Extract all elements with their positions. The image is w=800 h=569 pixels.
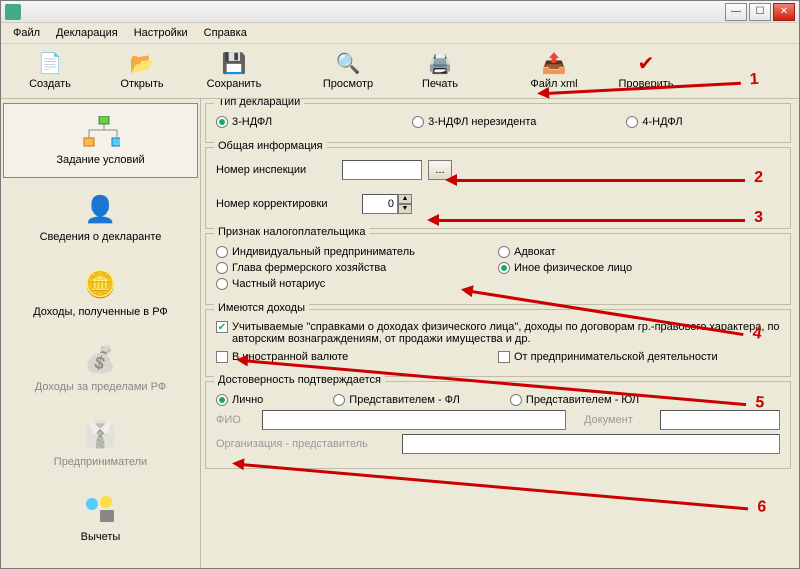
radio-icon: [626, 116, 638, 128]
tb-open[interactable]: 📂Открыть: [97, 48, 187, 92]
chk-foreign-currency[interactable]: В иностранной валюте: [216, 351, 498, 363]
sidebar-item-income-rf[interactable]: 🪙 Доходы, полученные в РФ: [1, 255, 200, 330]
menu-help[interactable]: Справка: [196, 25, 255, 41]
sidebar-item-deductions[interactable]: Вычеты: [1, 480, 200, 555]
sidebar-item-declarant[interactable]: 👤 Сведения о декларанте: [1, 180, 200, 255]
maximize-button[interactable]: ☐: [749, 3, 771, 21]
doc-input: [660, 410, 780, 430]
save-icon: 💾: [221, 50, 247, 76]
new-file-icon: 📄: [37, 50, 63, 76]
radio-other-person[interactable]: Иное физическое лицо: [498, 262, 780, 274]
menubar: Файл Декларация Настройки Справка: [1, 23, 799, 44]
radio-ip[interactable]: Индивидуальный предприниматель: [216, 246, 498, 258]
radio-farm[interactable]: Глава фермерского хозяйства: [216, 262, 498, 274]
toolbar: 📄Создать 📂Открыть 💾Сохранить 🔍Просмотр 🖨…: [1, 44, 799, 99]
tb-print[interactable]: 🖨️Печать: [395, 48, 485, 92]
magnifier-icon: 🔍: [335, 50, 361, 76]
menu-file[interactable]: Файл: [5, 25, 48, 41]
label-org: Организация - представитель: [216, 438, 396, 450]
sidebar: Задание условий 👤 Сведения о декларанте …: [1, 99, 201, 568]
export-icon: 📤: [541, 50, 567, 76]
app-icon: [5, 4, 21, 20]
radio-icon: [498, 246, 510, 258]
radio-4ndfl[interactable]: 4-НДФЛ: [626, 116, 682, 128]
radio-icon: [216, 246, 228, 258]
label-fio: ФИО: [216, 414, 256, 426]
tb-save[interactable]: 💾Сохранить: [189, 48, 279, 92]
radio-icon: [216, 262, 228, 274]
radio-rep-fl[interactable]: Представителем - ФЛ: [333, 394, 460, 406]
inspection-input[interactable]: [342, 160, 422, 180]
diagram-icon: [82, 114, 120, 150]
correction-value[interactable]: [362, 194, 398, 214]
tb-xml[interactable]: 📤Файл xml: [509, 48, 599, 92]
chk-entrepreneur-income[interactable]: От предпринимательской деятельности: [498, 351, 780, 363]
radio-3ndfl-nonres[interactable]: 3-НДФЛ нерезидента: [412, 116, 536, 128]
calculator-icon: [82, 491, 120, 527]
close-button[interactable]: ✕: [773, 3, 795, 21]
tb-preview[interactable]: 🔍Просмотр: [303, 48, 393, 92]
sidebar-item-conditions[interactable]: Задание условий: [3, 103, 198, 178]
label-doc: Документ: [584, 414, 654, 426]
person-icon: 👤: [82, 191, 120, 227]
radio-notary[interactable]: Частный нотариус: [216, 278, 498, 290]
titlebar: — ☐ ✕: [1, 1, 799, 23]
group-decl-type: Тип декларации 3-НДФЛ 3-НДФЛ нерезидента…: [205, 103, 791, 143]
check-icon: ✔: [633, 50, 659, 76]
app-window: — ☐ ✕ Файл Декларация Настройки Справка …: [0, 0, 800, 569]
group-general: Общая информация Номер инспекции ... Ном…: [205, 147, 791, 229]
minimize-button[interactable]: —: [725, 3, 747, 21]
folder-open-icon: 📂: [129, 50, 155, 76]
label-correction: Номер корректировки: [216, 198, 356, 210]
chk-income-cert[interactable]: ✔Учитываемые "справками о доходах физиче…: [216, 321, 780, 345]
sidebar-item-income-foreign[interactable]: 💰 Доходы за пределами РФ: [1, 330, 200, 405]
radio-icon: [412, 116, 424, 128]
checkbox-icon: [216, 351, 228, 363]
briefcase-person-icon: 👔: [82, 416, 120, 452]
sidebar-item-entrepreneurs[interactable]: 👔 Предприниматели: [1, 405, 200, 480]
group-confirm: Достоверность подтверждается Лично Предс…: [205, 381, 791, 469]
fio-input: [262, 410, 566, 430]
radio-icon: [216, 278, 228, 290]
spin-down-button[interactable]: ▼: [398, 204, 412, 214]
radio-icon: [216, 394, 228, 406]
tb-check[interactable]: ✔Проверить: [601, 48, 691, 92]
org-input: [402, 434, 780, 454]
checkbox-icon: [498, 351, 510, 363]
radio-self[interactable]: Лично: [216, 394, 263, 406]
spin-up-button[interactable]: ▲: [398, 194, 412, 204]
correction-spinner[interactable]: ▲▼: [362, 194, 412, 214]
group-income: Имеются доходы ✔Учитываемые "справками о…: [205, 309, 791, 377]
menu-declaration[interactable]: Декларация: [48, 25, 126, 41]
radio-lawyer[interactable]: Адвокат: [498, 246, 780, 258]
coins-icon: 🪙: [82, 266, 120, 302]
inspection-browse-button[interactable]: ...: [428, 160, 452, 180]
radio-icon: [498, 262, 510, 274]
radio-icon: [333, 394, 345, 406]
money-bag-icon: 💰: [82, 341, 120, 377]
group-taxpayer: Признак налогоплательщика Индивидуальный…: [205, 233, 791, 305]
checkbox-icon: ✔: [216, 321, 228, 333]
label-inspection: Номер инспекции: [216, 164, 336, 176]
radio-icon: [216, 116, 228, 128]
radio-3ndfl[interactable]: 3-НДФЛ: [216, 116, 272, 128]
printer-icon: 🖨️: [427, 50, 453, 76]
menu-settings[interactable]: Настройки: [126, 25, 196, 41]
radio-icon: [510, 394, 522, 406]
main-panel: Тип декларации 3-НДФЛ 3-НДФЛ нерезидента…: [201, 99, 799, 568]
tb-create[interactable]: 📄Создать: [5, 48, 95, 92]
radio-rep-yl[interactable]: Представителем - ЮЛ: [510, 394, 639, 406]
